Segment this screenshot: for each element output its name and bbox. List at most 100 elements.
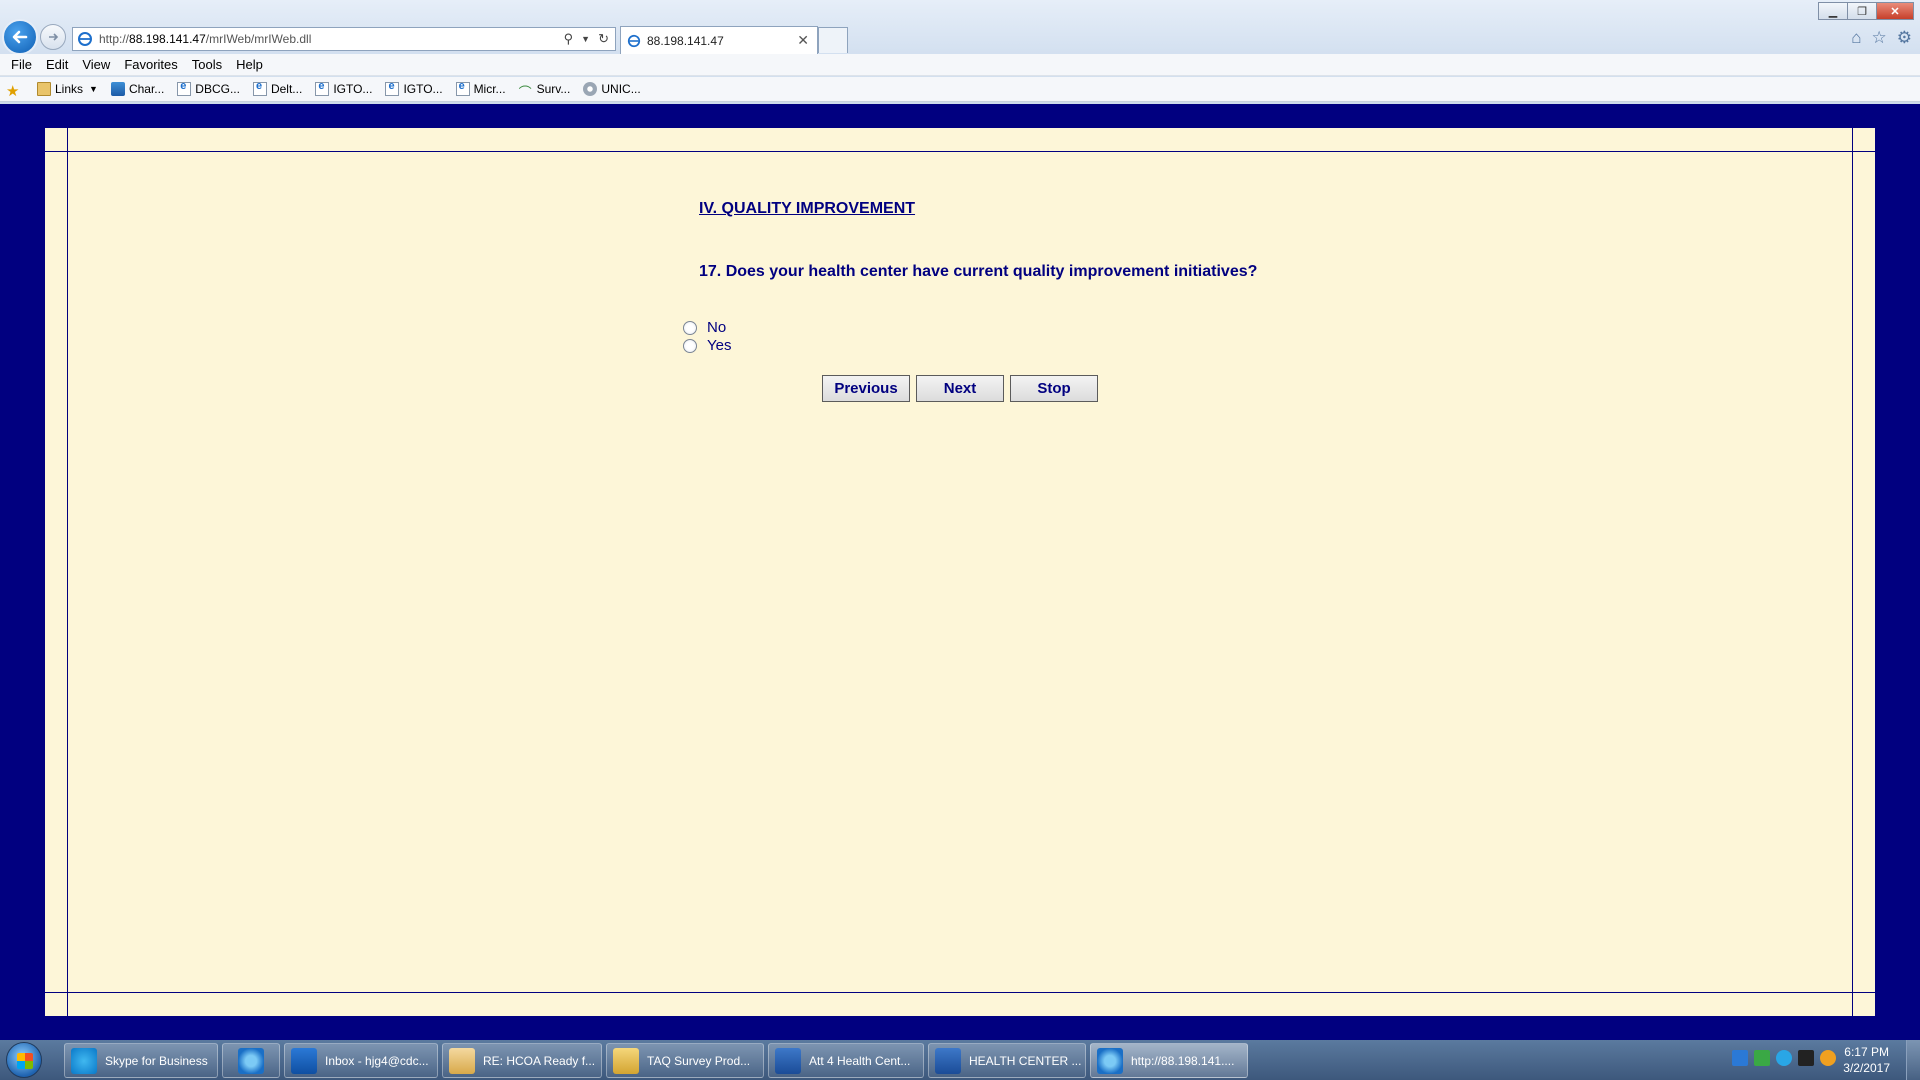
menu-edit[interactable]: Edit [39, 57, 75, 72]
ie-page-icon [177, 80, 192, 96]
window-controls: ▁ ❐ ✕ [1818, 2, 1914, 20]
frame-top-line [45, 151, 1875, 152]
browser-right-icons: ⌂ ☆ ⚙ [1851, 28, 1912, 48]
dropdown-icon[interactable]: ▼ [581, 34, 590, 47]
address-bar[interactable]: http://88.198.141.47/mrIWeb/mrIWeb.dll ⚲… [72, 27, 616, 51]
fav-label: DBCG... [195, 82, 240, 96]
fav-label: UNIC... [601, 82, 641, 96]
task-mail-message[interactable]: RE: HCOA Ready f... [442, 1043, 602, 1078]
browser-chrome: http://88.198.141.47/mrIWeb/mrIWeb.dll ⚲… [0, 0, 1920, 104]
home-icon[interactable]: ⌂ [1851, 28, 1861, 48]
chevron-down-icon: ▼ [89, 84, 98, 94]
fav-label: IGTO... [403, 82, 443, 96]
fav-item[interactable]: Micr... [455, 80, 506, 96]
fav-item[interactable]: ⌒ Surv... [518, 82, 571, 100]
previous-button[interactable]: Previous [822, 375, 910, 402]
forward-arrow-icon [49, 33, 59, 41]
close-window-button[interactable]: ✕ [1876, 2, 1914, 20]
menu-view[interactable]: View [75, 57, 117, 72]
forward-button[interactable] [40, 24, 66, 50]
frame-left-line [67, 128, 68, 1016]
option-no[interactable]: No [683, 319, 726, 336]
menu-file[interactable]: File [4, 57, 39, 72]
back-button[interactable] [2, 19, 38, 55]
task-label: TAQ Survey Prod... [647, 1053, 751, 1068]
ie-page-icon [455, 80, 470, 96]
add-favorite-button[interactable]: ★ [6, 82, 24, 100]
ie-page-icon [385, 80, 400, 96]
ie-page-icon [252, 80, 267, 96]
show-desktop-button[interactable] [1906, 1040, 1920, 1080]
refresh-icon[interactable]: ↻ [598, 31, 609, 47]
task-label: Inbox - hjg4@cdc... [325, 1053, 429, 1068]
fav-item[interactable]: UNIC... [583, 82, 641, 96]
fav-label: Micr... [473, 82, 506, 96]
menu-tools[interactable]: Tools [185, 57, 229, 72]
task-label: Att 4 Health Cent... [809, 1053, 911, 1068]
tab-title: 88.198.141.47 [647, 33, 724, 48]
skype-tray-icon[interactable] [1776, 1050, 1792, 1066]
fav-label: Char... [128, 82, 165, 96]
system-tray [1732, 1050, 1836, 1066]
close-tab-icon[interactable]: ✕ [797, 32, 809, 49]
url-host: 88.198.141.47 [129, 32, 206, 46]
word-icon [935, 1047, 961, 1074]
survey-arc-icon: ⌒ [518, 85, 532, 100]
skype-icon [71, 1047, 97, 1074]
fav-item[interactable]: Delt... [252, 80, 302, 96]
favorites-star-icon[interactable]: ☆ [1872, 28, 1887, 48]
minimize-button[interactable]: ▁ [1818, 2, 1848, 20]
new-tab-button[interactable] [818, 27, 848, 53]
checkmark-tray-icon[interactable] [1754, 1050, 1770, 1066]
option-label-yes: Yes [707, 337, 732, 354]
frame-bottom-line [45, 992, 1875, 993]
folder-icon [37, 82, 51, 96]
section-title: IV. QUALITY IMPROVEMENT [699, 200, 916, 217]
task-folder[interactable]: TAQ Survey Prod... [606, 1043, 764, 1078]
next-button[interactable]: Next [916, 375, 1004, 402]
fav-item[interactable]: IGTO... [315, 80, 373, 96]
search-icon[interactable]: ⚲ [564, 31, 574, 47]
task-outlook[interactable]: Inbox - hjg4@cdc... [284, 1043, 438, 1078]
fav-links-folder[interactable]: Links ▼ [37, 82, 98, 96]
stop-button[interactable]: Stop [1010, 375, 1098, 402]
option-label-no: No [707, 319, 727, 336]
task-label: http://88.198.141.... [1131, 1053, 1235, 1068]
gear-icon[interactable]: ⚙ [1897, 28, 1912, 48]
menu-help[interactable]: Help [229, 57, 270, 72]
folder-icon [613, 1047, 639, 1074]
address-url: http://88.198.141.47/mrIWeb/mrIWeb.dll [99, 32, 311, 46]
ie-icon [1097, 1047, 1123, 1074]
ie-icon [238, 1047, 264, 1074]
task-word-health-center[interactable]: HEALTH CENTER ... [928, 1043, 1086, 1078]
radio-button-yes[interactable] [683, 338, 697, 353]
fav-label: Surv... [536, 82, 571, 96]
ie-page-icon [315, 80, 330, 96]
page-icon [110, 82, 125, 96]
word-icon [775, 1047, 801, 1074]
task-skype[interactable]: Skype for Business [64, 1043, 218, 1078]
fav-label: IGTO... [333, 82, 373, 96]
outlook-icon [291, 1047, 317, 1074]
browser-tab[interactable]: 88.198.141.47 ✕ [620, 26, 818, 54]
task-ie-pinned[interactable] [222, 1043, 280, 1078]
radio-button-no[interactable] [683, 320, 697, 335]
task-ie-active[interactable]: http://88.198.141.... [1090, 1043, 1248, 1078]
option-yes[interactable]: Yes [683, 337, 731, 354]
fav-item[interactable]: Char... [110, 82, 165, 96]
envelope-icon [449, 1047, 475, 1074]
restore-button[interactable]: ❐ [1847, 2, 1877, 20]
menu-favorites[interactable]: Favorites [117, 57, 184, 72]
task-label: RE: HCOA Ready f... [483, 1053, 596, 1068]
outlook-tray-icon[interactable] [1732, 1050, 1748, 1066]
fav-item[interactable]: IGTO... [385, 80, 443, 96]
task-word-att4[interactable]: Att 4 Health Cent... [768, 1043, 924, 1078]
fav-item[interactable]: DBCG... [177, 80, 240, 96]
alert-tray-icon[interactable] [1820, 1050, 1836, 1066]
clock[interactable]: 6:17 PM 3/2/2017 [1843, 1044, 1890, 1076]
clock-date: 3/2/2017 [1843, 1061, 1890, 1075]
frame-right-line [1852, 128, 1853, 1016]
ie-page-icon [77, 31, 93, 47]
start-button[interactable] [6, 1042, 42, 1078]
network-tray-icon[interactable] [1798, 1050, 1814, 1066]
